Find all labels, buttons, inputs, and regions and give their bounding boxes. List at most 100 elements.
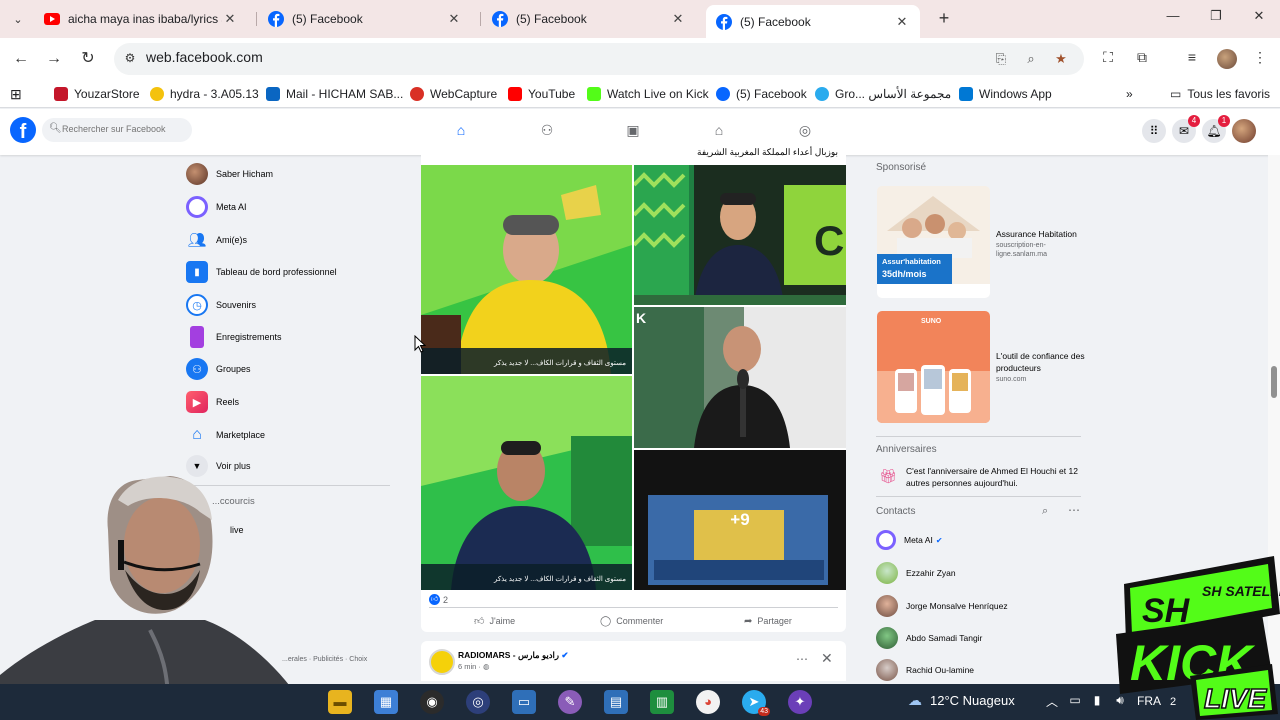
- sidebar-item-saved[interactable]: Enregistrements: [186, 325, 396, 349]
- sidebar-item-meta-ai[interactable]: Meta AI: [186, 195, 396, 219]
- calculator-icon[interactable]: ▤: [604, 690, 628, 714]
- minimize-icon[interactable]: —: [1161, 8, 1185, 28]
- reload-icon[interactable]: ↻: [77, 48, 99, 70]
- post-photo-1[interactable]: مستوى الثقاف و قرارات الكاف... لا جديد ي…: [421, 165, 632, 374]
- hide-post-close-icon[interactable]: ✕: [821, 650, 833, 667]
- page-scrollbar-thumb[interactable]: [1271, 366, 1277, 398]
- bookmark-hydra[interactable]: hydra - 3.A05.13: [150, 85, 259, 103]
- apps-grid-icon[interactable]: ⊞: [10, 85, 22, 103]
- tab-facebook-active[interactable]: (5) Facebook ✕: [706, 5, 920, 38]
- more-options-icon[interactable]: ⋯: [796, 652, 809, 666]
- post-photo-2[interactable]: C: [634, 165, 846, 305]
- bookmark-kick[interactable]: Watch Live on Kick: [587, 85, 709, 103]
- like-button[interactable]: 👍︎ J'aime: [474, 612, 515, 630]
- tab-youtube[interactable]: aicha maya inas ibaba/lyrics am ✕: [34, 5, 248, 33]
- browser-menu-icon[interactable]: ⋮: [1250, 49, 1270, 69]
- site-info-icon[interactable]: ⚙: [122, 51, 138, 67]
- obs-icon[interactable]: ◉: [420, 690, 444, 714]
- search-input[interactable]: [62, 124, 187, 134]
- microphone-icon[interactable]: ▮: [1088, 693, 1106, 711]
- browser-profile-avatar[interactable]: [1217, 49, 1237, 69]
- reaction-summary[interactable]: 👍︎ 2: [429, 594, 448, 605]
- browser-tab-strip: ⌄ aicha maya inas ibaba/lyrics am ✕ (5) …: [0, 0, 1280, 38]
- ad-image-suno[interactable]: SUNO: [877, 311, 990, 423]
- contact-name: Meta AI: [904, 535, 933, 545]
- ad-title-suno[interactable]: L'outil de confiance des producteurs: [996, 350, 1086, 374]
- contact-item[interactable]: Abdo Samadi Tangir: [876, 626, 982, 650]
- app-launcher-icon[interactable]: ✦: [788, 690, 812, 714]
- new-tab-button[interactable]: +: [934, 8, 954, 28]
- facebook-logo-icon[interactable]: f: [10, 117, 36, 143]
- facebook-search[interactable]: 🔍︎: [42, 118, 192, 142]
- contacts-options-icon[interactable]: ⋯: [1068, 503, 1080, 517]
- bookmark-webcapture[interactable]: WebCapture: [410, 85, 497, 103]
- page-avatar[interactable]: [429, 649, 455, 675]
- sidebar-item-profile[interactable]: Saber Hicham: [186, 162, 396, 186]
- ad-image-insurance[interactable]: Assur'habitation 35dh/mois: [877, 186, 990, 298]
- post-photo-5-more[interactable]: +9: [634, 450, 846, 590]
- post-time[interactable]: 6 min · ◍: [458, 662, 490, 671]
- extensions-icon[interactable]: ⧉: [1132, 49, 1152, 69]
- comment-button[interactable]: ◯ Commenter: [600, 612, 663, 630]
- sidebar-item-friends[interactable]: 👥︎ Ami(e)s: [186, 228, 396, 252]
- birthday-text[interactable]: C'est l'anniversaire de Ahmed El Houchi …: [906, 465, 1082, 489]
- contact-item[interactable]: Rachid Ou-lamine: [876, 658, 974, 682]
- bookmark-telegram-group[interactable]: Gro... مجموعة الأساس: [815, 85, 951, 103]
- tray-overflow-chevron-icon[interactable]: ︿: [1043, 693, 1061, 711]
- bookmark-windows-app[interactable]: Windows App: [959, 85, 1052, 103]
- tab-divider: [256, 12, 257, 26]
- menu-grid-icon[interactable]: ⠿: [1142, 119, 1166, 143]
- install-app-icon[interactable]: ⎘: [992, 51, 1010, 69]
- address-bar[interactable]: ⚙ ⎘ ⌕ ★: [114, 43, 1084, 75]
- sidebar-item-groups[interactable]: ⚇ Groupes: [186, 357, 396, 381]
- close-tab-icon[interactable]: ✕: [894, 14, 910, 30]
- screenshot-extension-icon[interactable]: ⛶: [1098, 49, 1118, 69]
- bookmark-youzarstore[interactable]: YouzarStore: [54, 85, 140, 103]
- close-tab-icon[interactable]: ✕: [446, 11, 462, 27]
- weather-widget[interactable]: ☁ 12°C Nuageux: [908, 692, 1015, 709]
- media-controls-icon[interactable]: ≡: [1182, 49, 1202, 69]
- messenger-icon[interactable]: ✉ 4: [1172, 115, 1200, 143]
- account-avatar[interactable]: [1232, 119, 1256, 143]
- store-icon[interactable]: ▦: [374, 690, 398, 714]
- share-button[interactable]: ➦ Partager: [744, 612, 792, 630]
- page-name[interactable]: RADIOMARS - راديو مارس ✔: [458, 650, 568, 661]
- back-arrow-icon[interactable]: ←: [10, 48, 32, 70]
- restore-icon[interactable]: ❐: [1204, 8, 1228, 28]
- contact-item[interactable]: Ezzahir Zyan: [876, 561, 956, 585]
- sidebar-item-dashboard[interactable]: ▮ Tableau de bord professionnel: [186, 260, 396, 284]
- tab-search-button[interactable]: ⌄: [6, 7, 30, 31]
- camera-app-icon[interactable]: ◎: [466, 690, 490, 714]
- chrome-icon[interactable]: ◕: [696, 690, 720, 714]
- all-bookmarks-folder[interactable]: ▭ Tous les favoris: [1170, 85, 1270, 103]
- post-photo-4[interactable]: مستوى الثقاف و قرارات الكاف... لا جديد ي…: [421, 376, 632, 590]
- forward-arrow-icon[interactable]: →: [43, 48, 65, 70]
- sidebar-item-marketplace[interactable]: ⌂ Marketplace: [186, 423, 396, 447]
- network-tool-icon[interactable]: ▥: [650, 690, 674, 714]
- contacts-search-icon[interactable]: ⌕: [1042, 505, 1048, 518]
- bookmark-mail[interactable]: Mail - HICHAM SAB...: [266, 85, 403, 103]
- close-tab-icon[interactable]: ✕: [222, 11, 238, 27]
- paint-icon[interactable]: ✎: [558, 690, 582, 714]
- sidebar-item-reels[interactable]: ▶ Reels: [186, 390, 396, 414]
- more-bookmarks-chevron-icon[interactable]: »: [1126, 85, 1133, 103]
- contact-item[interactable]: Jorge Monsalve Henríquez: [876, 594, 1008, 618]
- bookmark-star-icon[interactable]: ★: [1052, 51, 1070, 69]
- contact-meta-ai[interactable]: Meta AI ✔: [876, 528, 943, 552]
- close-tab-icon[interactable]: ✕: [670, 11, 686, 27]
- sidebar-item-memories[interactable]: ◷ Souvenirs: [186, 293, 396, 317]
- close-window-icon[interactable]: ✕: [1247, 8, 1271, 28]
- tab-facebook[interactable]: (5) Facebook ✕: [482, 5, 696, 33]
- zoom-icon[interactable]: ⌕: [1022, 51, 1040, 69]
- bookmark-youtube[interactable]: YouTube: [508, 85, 575, 103]
- url-field[interactable]: [146, 49, 846, 65]
- notifications-bell-icon[interactable]: 🔔︎ 1: [1202, 115, 1230, 143]
- file-explorer-icon[interactable]: ▬: [328, 690, 352, 714]
- bookmark-facebook[interactable]: (5) Facebook: [716, 85, 807, 103]
- tab-facebook[interactable]: (5) Facebook ✕: [258, 5, 472, 33]
- laptop-icon[interactable]: ▭: [512, 690, 536, 714]
- network-icon[interactable]: ▭: [1066, 693, 1084, 711]
- post-photo-3[interactable]: K: [634, 307, 846, 448]
- telegram-icon[interactable]: ➤ 43: [742, 690, 770, 716]
- ad-title-insurance[interactable]: Assurance Habitation: [996, 228, 1086, 240]
